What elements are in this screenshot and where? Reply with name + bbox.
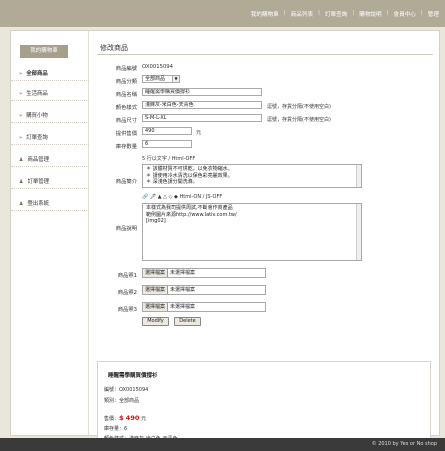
desc-textarea[interactable]: 本樣式為我司提供周試,不斷會作商產品 範例圖片來源http://www.lati… <box>142 203 362 261</box>
code-label: 商品編號 <box>115 66 137 72</box>
sidebar: 我的購物車 » 全部商品 » 生活商品 » 購買小物 » 訂單查詢 ♟ 商品管理 ♟ 訂單管… <box>11 31 89 435</box>
nav-member[interactable]: 會員中心 <box>394 10 416 18</box>
nav-cart[interactable]: 我的購物車 <box>251 10 279 18</box>
arrow-icon: » <box>19 71 23 77</box>
image1-file-input[interactable]: 選擇檔案 未選擇檔案 <box>142 268 266 278</box>
arrow-icon: » <box>19 91 23 97</box>
arrow-icon: » <box>19 113 23 119</box>
size-input[interactable]: S-M-L-XL <box>142 114 262 122</box>
code-value: OX0015094 <box>142 64 174 70</box>
sidebar-item-order-admin[interactable]: ♟ 訂單管理 <box>11 175 89 189</box>
sidebar-item-order-query[interactable]: » 訂單查詢 <box>11 131 89 145</box>
sidebar-header: 我的購物車 <box>20 45 68 58</box>
name-label: 商品名稱 <box>115 92 137 98</box>
sidebar-item-life-products[interactable]: » 生活商品 <box>11 87 89 101</box>
nav-products[interactable]: 商品列表 <box>291 10 313 18</box>
main-content: 修改商品 商品編號 OX0015094 商品分類 全部商品 ▼ 商品名稱 睡醒需學… <box>97 31 437 442</box>
page-container: 我的購物車 » 全部商品 » 生活商品 » 購買小物 » 訂單查詢 ♟ 商品管理 ♟ 訂單管… <box>10 30 440 442</box>
size-label: 商品尺寸 <box>115 118 137 124</box>
stock-input[interactable]: 6 <box>142 140 192 148</box>
editor-toolbar[interactable]: 🔗 🖋 ▲ △ ◇ ◆ Html-ON / JS-OFF <box>142 194 222 200</box>
preview-category: 類別：全部商品 <box>104 398 140 404</box>
intro-hint: 5 行以文字 / Html-OFF <box>142 156 196 162</box>
nav-guide[interactable]: 購物說明 <box>359 10 381 18</box>
scrollbar[interactable] <box>356 204 361 260</box>
nav-orders[interactable]: 訂單查詢 <box>325 10 347 18</box>
delete-button[interactable]: Delete <box>174 317 201 326</box>
footer: © 2010 by Yes or No shop <box>0 438 445 451</box>
choose-file-button[interactable]: 選擇檔案 <box>143 269 169 277</box>
image2-file-input[interactable]: 選擇檔案 未選擇檔案 <box>142 285 266 295</box>
stock-label: 庫存數量 <box>115 144 137 150</box>
name-input[interactable]: 睡醒需學購買價撐衫 <box>142 88 262 96</box>
sidebar-item-all-products[interactable]: » 全部商品 <box>11 67 89 81</box>
top-nav: 我的購物車 | 商品列表 | 訂單查詢 | 購物說明 | 會員中心 | 管理 <box>250 10 439 18</box>
scrollbar[interactable] <box>356 165 361 187</box>
image3-file-input[interactable]: 選擇檔案 未選擇檔案 <box>142 302 266 312</box>
product-preview: 睡醒需學購買價撐衫 編號：OX0015094 類別：全部商品 售價：$ 490 … <box>97 361 431 442</box>
sidebar-item-logout[interactable]: ♟ 登出系統 <box>11 197 89 211</box>
preview-code: 編號：OX0015094 <box>104 387 149 393</box>
image3-label: 商品照3 <box>117 307 137 313</box>
price-unit: 元 <box>196 130 202 136</box>
page-title: 修改商品 <box>100 44 128 52</box>
price-label: 提供售價 <box>115 131 137 137</box>
person-icon: ♟ <box>19 157 24 163</box>
price-value: $ 490 <box>119 414 140 422</box>
color-hint: 逗號，存貨分隔(不使用空白) <box>267 104 331 110</box>
person-icon: ♟ <box>19 201 24 207</box>
modify-button[interactable]: Modify <box>142 317 169 326</box>
category-select[interactable]: 全部商品 ▼ <box>142 75 180 83</box>
color-input[interactable]: 淺麻灰-米白色-天青色 <box>142 101 262 109</box>
image1-label: 商品照1 <box>117 273 137 279</box>
title-divider <box>97 54 433 55</box>
preview-title: 睡醒需學購買價撐衫 <box>108 373 158 379</box>
color-label: 顏色樣式 <box>115 105 137 111</box>
intro-textarea[interactable]: ＊ 該體材質不可烘乾，以免衣物縮水。 ＊ 請使用冷水清洗以保色彩亮麗效果。 ＊ … <box>142 164 362 188</box>
copyright: © 2010 by Yes or No shop <box>371 441 437 447</box>
category-label: 商品分類 <box>115 79 137 85</box>
choose-file-button[interactable]: 選擇檔案 <box>143 303 169 311</box>
image2-label: 商品照2 <box>117 290 137 296</box>
arrow-icon: » <box>19 135 23 141</box>
price-input[interactable]: 490 <box>142 127 192 135</box>
preview-price: 售價：$ 490 元 <box>104 414 146 422</box>
nav-admin[interactable]: 管理 <box>428 10 439 18</box>
person-icon: ♟ <box>19 179 24 185</box>
size-hint: 逗號，存貨分隔(不使用空白) <box>267 117 331 123</box>
desc-label: 商品說明 <box>115 226 137 232</box>
sidebar-item-product-admin[interactable]: ♟ 商品管理 <box>11 153 89 167</box>
choose-file-button[interactable]: 選擇檔案 <box>143 286 169 294</box>
top-header: 我的購物車 | 商品列表 | 訂單查詢 | 購物說明 | 會員中心 | 管理 <box>0 0 445 27</box>
intro-label: 商品簡介 <box>115 179 137 185</box>
chevron-down-icon: ▼ <box>172 76 179 82</box>
preview-stock: 庫存量：6 <box>104 426 128 432</box>
sidebar-item-small-items[interactable]: » 購買小物 <box>11 109 89 123</box>
